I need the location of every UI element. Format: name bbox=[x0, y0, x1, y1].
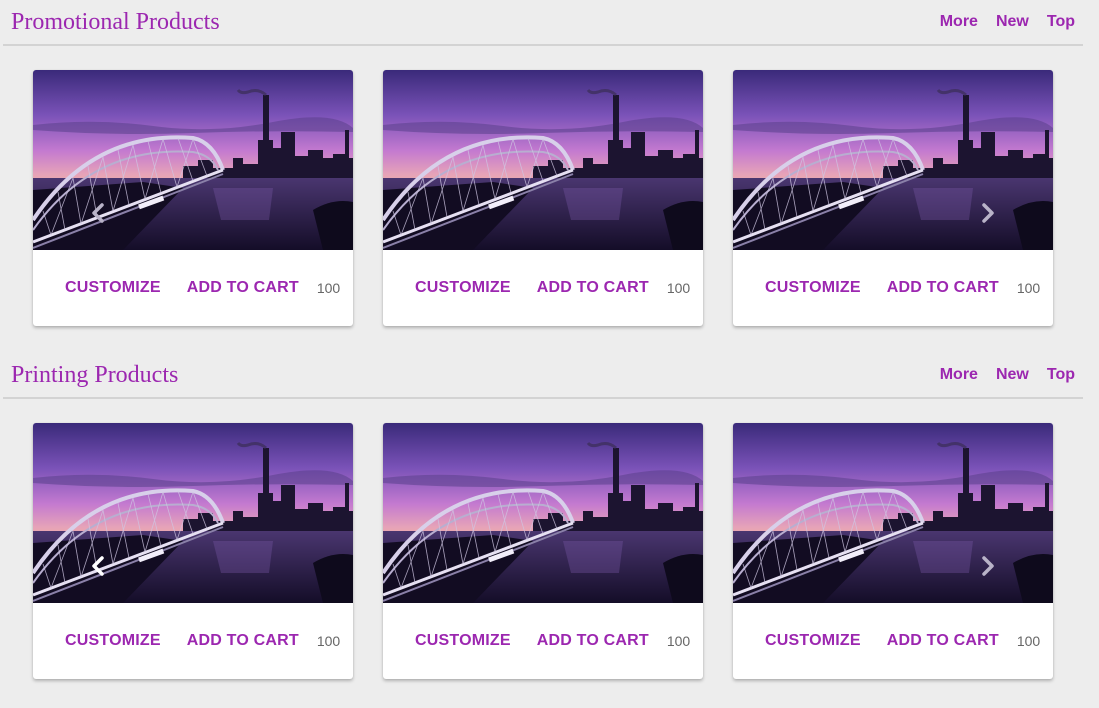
product-image bbox=[383, 423, 703, 603]
header-links: More New Top bbox=[922, 365, 1075, 385]
customize-button[interactable]: CUSTOMIZE bbox=[407, 626, 519, 656]
add-to-cart-button[interactable]: ADD TO CART bbox=[879, 626, 1007, 656]
customize-button[interactable]: CUSTOMIZE bbox=[57, 626, 169, 656]
top-link[interactable]: Top bbox=[1047, 12, 1075, 32]
card-actions: CUSTOMIZE ADD TO CART 100 bbox=[383, 250, 703, 326]
section-header: Promotional Products More New Top bbox=[3, 0, 1083, 46]
product-card: CUSTOMIZE ADD TO CART 100 bbox=[33, 70, 353, 326]
item-count: 100 bbox=[316, 633, 341, 649]
section-header: Printing Products More New Top bbox=[3, 353, 1083, 399]
customize-button[interactable]: CUSTOMIZE bbox=[757, 273, 869, 303]
add-to-cart-button[interactable]: ADD TO CART bbox=[179, 626, 307, 656]
section-promotional-products: Promotional Products More New Top CUSTOM… bbox=[3, 0, 1083, 326]
item-count: 100 bbox=[666, 280, 691, 296]
card-actions: CUSTOMIZE ADD TO CART 100 bbox=[733, 603, 1053, 679]
more-link[interactable]: More bbox=[940, 365, 978, 385]
section-printing-products: Printing Products More New Top CUSTOMIZE… bbox=[3, 353, 1083, 679]
add-to-cart-button[interactable]: ADD TO CART bbox=[179, 273, 307, 303]
card-actions: CUSTOMIZE ADD TO CART 100 bbox=[733, 250, 1053, 326]
top-link[interactable]: Top bbox=[1047, 365, 1075, 385]
product-image bbox=[383, 70, 703, 250]
card-actions: CUSTOMIZE ADD TO CART 100 bbox=[33, 603, 353, 679]
chevron-left-icon[interactable] bbox=[87, 553, 109, 579]
customize-button[interactable]: CUSTOMIZE bbox=[407, 273, 519, 303]
chevron-right-icon[interactable] bbox=[977, 200, 999, 226]
product-card: CUSTOMIZE ADD TO CART 100 bbox=[383, 70, 703, 326]
card-actions: CUSTOMIZE ADD TO CART 100 bbox=[33, 250, 353, 326]
product-card: CUSTOMIZE ADD TO CART 100 bbox=[33, 423, 353, 679]
item-count: 100 bbox=[1016, 280, 1041, 296]
product-image bbox=[33, 70, 353, 250]
add-to-cart-button[interactable]: ADD TO CART bbox=[529, 273, 657, 303]
add-to-cart-button[interactable]: ADD TO CART bbox=[879, 273, 1007, 303]
chevron-right-icon[interactable] bbox=[977, 553, 999, 579]
header-links: More New Top bbox=[922, 12, 1075, 32]
product-card: CUSTOMIZE ADD TO CART 100 bbox=[733, 423, 1053, 679]
product-card: CUSTOMIZE ADD TO CART 100 bbox=[383, 423, 703, 679]
new-link[interactable]: New bbox=[996, 12, 1029, 32]
chevron-left-icon[interactable] bbox=[87, 200, 109, 226]
card-row: CUSTOMIZE ADD TO CART 100 CUSTOMIZE ADD … bbox=[3, 46, 1083, 326]
add-to-cart-button[interactable]: ADD TO CART bbox=[529, 626, 657, 656]
section-title: Promotional Products bbox=[11, 9, 220, 35]
product-card: CUSTOMIZE ADD TO CART 100 bbox=[733, 70, 1053, 326]
item-count: 100 bbox=[666, 633, 691, 649]
card-row: CUSTOMIZE ADD TO CART 100 CUSTOMIZE ADD … bbox=[3, 399, 1083, 679]
section-title: Printing Products bbox=[11, 362, 179, 388]
item-count: 100 bbox=[1016, 633, 1041, 649]
more-link[interactable]: More bbox=[940, 12, 978, 32]
item-count: 100 bbox=[316, 280, 341, 296]
product-image bbox=[733, 70, 1053, 250]
card-actions: CUSTOMIZE ADD TO CART 100 bbox=[383, 603, 703, 679]
new-link[interactable]: New bbox=[996, 365, 1029, 385]
product-image bbox=[33, 423, 353, 603]
customize-button[interactable]: CUSTOMIZE bbox=[57, 273, 169, 303]
customize-button[interactable]: CUSTOMIZE bbox=[757, 626, 869, 656]
product-image bbox=[733, 423, 1053, 603]
